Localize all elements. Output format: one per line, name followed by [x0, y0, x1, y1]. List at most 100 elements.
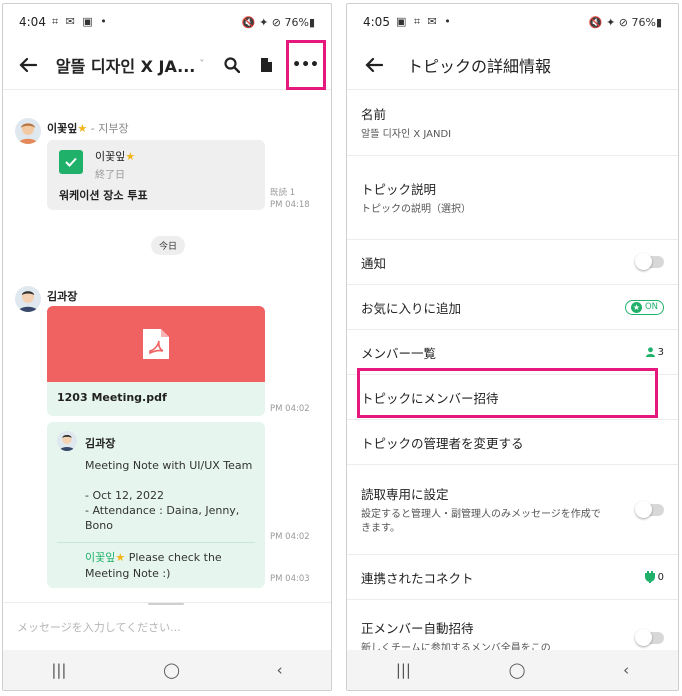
star-icon: ★ — [115, 551, 126, 564]
change-admin-label: トピックの管理者を変更する — [361, 435, 524, 451]
plug-icon — [644, 571, 655, 583]
person-icon — [645, 347, 655, 357]
name-value: 알뜰 디자인 X JANDI — [361, 128, 452, 140]
quote-body: Meeting Note with UI/UX Team - Oct 12, 2… — [85, 458, 252, 533]
sender-name: 이꽃잎 — [47, 122, 78, 135]
star-icon: ★ — [125, 150, 136, 163]
divider — [57, 542, 255, 543]
poll-card[interactable]: 이꽃잎★ 終了日 워케이션 장소 투표 — [47, 140, 265, 210]
quote-sender: 김과장 — [85, 437, 116, 450]
read-only-toggle[interactable] — [635, 500, 664, 518]
system-icons: 🔇 ✦ ⊘ 76%▮ — [588, 15, 662, 29]
highlight-more-button — [286, 40, 326, 90]
home-button[interactable]: ◯ — [509, 661, 526, 679]
quote-line — [85, 473, 252, 488]
auto-invite-label: 正メンバー自動招待 — [361, 621, 474, 636]
home-button[interactable]: ◯ — [163, 661, 180, 679]
name-label: 名前 — [361, 106, 387, 122]
connect-label: 連携されたコネクト — [361, 570, 474, 586]
poll-owner-name: 이꽃잎 — [95, 150, 126, 163]
avatar[interactable] — [15, 118, 41, 144]
notification-toggle[interactable] — [635, 253, 664, 270]
message-list[interactable]: 이꽃잎★ - 지부장 이꽃잎★ 終了日 워케이션 장소 투표 既読 1 PM 0… — [3, 90, 331, 600]
favorite-state: ON — [644, 302, 658, 312]
name-row[interactable]: 名前 알뜰 디자인 X JANDI — [347, 90, 678, 156]
search-icon[interactable] — [218, 50, 245, 80]
mention[interactable]: 이꽃잎 — [85, 551, 115, 564]
notification-icons: ⌗ ✉ ▣ • — [51, 15, 109, 28]
system-back-button[interactable]: ‹ — [623, 661, 629, 679]
pdf-icon — [143, 329, 169, 359]
reply-text-line: Meeting Note :) — [85, 567, 171, 580]
favorite-row: お気に入りに追加 ★ ON — [347, 285, 678, 330]
pdf-preview — [47, 306, 265, 382]
auto-invite-toggle[interactable] — [635, 629, 664, 646]
description-label: トピック説明 — [361, 181, 437, 197]
reply-message[interactable]: 김과장 Meeting Note with UI/UX Team - Oct 1… — [47, 422, 265, 588]
description-row[interactable]: トピック説明 トピックの説明（選択） — [347, 156, 678, 240]
status-time: 4:04 — [19, 15, 46, 29]
connect-count-value: 0 — [657, 571, 664, 583]
sender-role: - 지부장 — [87, 122, 129, 135]
message-input[interactable]: メッセージを入力してください... — [3, 602, 331, 650]
system-back-button[interactable]: ‹ — [277, 661, 283, 679]
read-only-label: 読取専用に設定 — [361, 486, 449, 502]
poll-owner: 이꽃잎★ — [95, 148, 135, 164]
quote-line: Meeting Note with UI/UX Team — [85, 459, 253, 472]
topic-title[interactable]: 알뜰 디자인 X JA... — [56, 53, 196, 77]
poll-icon — [59, 150, 83, 174]
message-time: PM 04:02 — [270, 532, 310, 542]
favorite-label: お気に入りに追加 — [361, 300, 462, 316]
date-divider: 今日 — [151, 236, 186, 255]
highlight-invite-row — [357, 368, 658, 418]
auto-invite-description: 新しくチームに参加するメンバ全員をこの — [361, 643, 551, 650]
system-nav-bar: ||| ◯ ‹ — [347, 650, 678, 690]
status-bar: 4:04 ⌗ ✉ ▣ • 🔇 ✦ ⊘ 76%▮ — [3, 4, 331, 40]
quote-line: - Attendance : Daina, Jenny, — [85, 504, 240, 517]
reply-text: 이꽃잎★ Please check the Meeting Note :) — [85, 550, 222, 582]
recent-apps-button[interactable]: ||| — [396, 661, 411, 679]
notification-label: 通知 — [361, 255, 387, 271]
notification-row: 通知 — [347, 240, 678, 285]
connect-count: 0 — [644, 571, 664, 583]
connect-row[interactable]: 連携されたコネクト 0 — [347, 555, 678, 600]
member-count-value: 3 — [657, 346, 664, 358]
topic-detail-screen: 4:05 ▣ ⌗ ✉ • 🔇 ✦ ⊘ 76%▮ トピックの詳細情報 名前 알뜰 … — [346, 3, 679, 691]
file-icon[interactable] — [253, 50, 280, 80]
chevron-down-icon[interactable]: ˅ — [199, 59, 204, 70]
status-time: 4:05 — [363, 15, 390, 29]
poll-title: 워케이션 장소 투표 — [59, 189, 148, 202]
back-arrow-icon[interactable] — [15, 50, 42, 80]
favorite-toggle[interactable]: ★ ON — [624, 299, 664, 315]
reply-text-line: Please check the — [125, 551, 222, 564]
file-attachment[interactable]: 1203 Meeting.pdf — [47, 306, 265, 416]
message-time: PM 04:02 — [270, 404, 310, 414]
file-name: 1203 Meeting.pdf — [57, 391, 167, 404]
chat-app-bar: 알뜰 디자인 X JA... ˅ ••• — [3, 40, 331, 90]
message-time: PM 04:03 — [270, 574, 310, 584]
avatar — [57, 431, 77, 451]
chat-screen: 4:04 ⌗ ✉ ▣ • 🔇 ✦ ⊘ 76%▮ 알뜰 디자인 X JA... ˅… — [2, 3, 332, 691]
message-sender: 김과장 — [47, 290, 78, 303]
notification-icons: ▣ ⌗ ✉ • — [395, 15, 453, 28]
change-admin-row[interactable]: トピックの管理者を変更する — [347, 420, 678, 465]
quote-line: - Oct 12, 2022 — [85, 489, 164, 502]
message-time: PM 04:18 — [270, 200, 310, 210]
description-value: トピックの説明（選択） — [361, 203, 471, 215]
message-sender: 이꽃잎★ - 지부장 — [47, 120, 129, 136]
system-icons: 🔇 ✦ ⊘ 76%▮ — [241, 15, 315, 29]
star-icon: ★ — [77, 122, 88, 135]
member-count: 3 — [645, 346, 664, 358]
back-arrow-icon[interactable] — [359, 50, 389, 80]
read-count: 既読 1 — [270, 188, 296, 198]
system-nav-bar: ||| ◯ ‹ — [3, 650, 331, 690]
poll-status: 終了日 — [95, 170, 125, 181]
star-icon: ★ — [630, 301, 642, 313]
avatar[interactable] — [15, 286, 41, 312]
read-only-row: 読取専用に設定 設定すると管理人・副管理人のみメッセージを作成できます。 — [347, 465, 678, 555]
member-list-label: メンバー一覧 — [361, 345, 437, 361]
status-bar: 4:05 ▣ ⌗ ✉ • 🔇 ✦ ⊘ 76%▮ — [347, 4, 678, 40]
recent-apps-button[interactable]: ||| — [51, 661, 66, 679]
read-only-description: 設定すると管理人・副管理人のみメッセージを作成できます。 — [361, 508, 601, 534]
quote-line: Bono — [85, 519, 113, 532]
